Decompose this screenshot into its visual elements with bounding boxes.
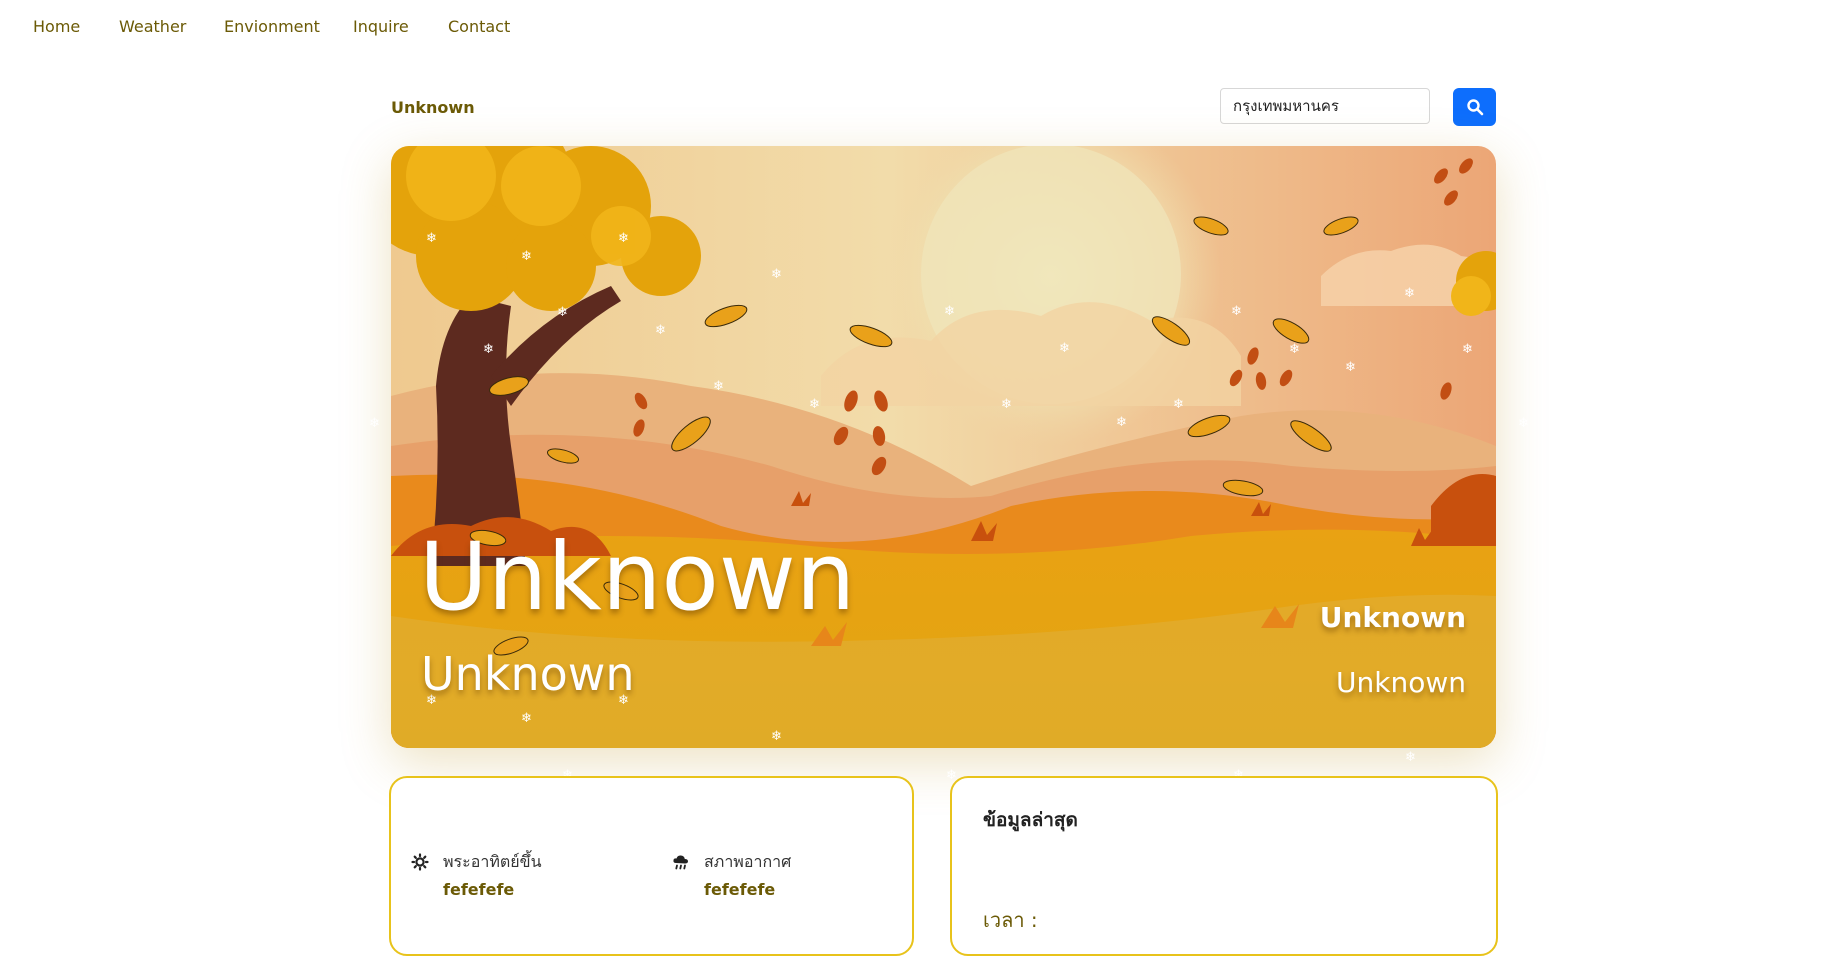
weather-hero-card: ❄ ❄ ❄ ❄ ❄ ❄ ❄ ❄ ❄ ❄ ❄ ❄ ❄ ❄ ❄ ❄ ❄ ❄ ❄ ❄ … bbox=[391, 146, 1496, 748]
hero-description: Unknown bbox=[1336, 666, 1466, 699]
cloud-rain-icon bbox=[673, 855, 688, 870]
search-icon bbox=[1466, 99, 1483, 116]
hero-subtitle: Unknown bbox=[421, 647, 635, 701]
time-label: เวลา : bbox=[983, 908, 1038, 932]
search-input[interactable] bbox=[1220, 88, 1430, 124]
sun-icon bbox=[411, 853, 429, 871]
nav-environment-link[interactable]: Envionment bbox=[224, 17, 320, 36]
nav-inquire-link[interactable]: Inquire bbox=[353, 17, 409, 36]
search-button[interactable] bbox=[1453, 88, 1496, 126]
latest-info-card: ข้อมูลล่าสุด เวลา : bbox=[950, 776, 1498, 956]
nav-home-link[interactable]: Home bbox=[33, 17, 80, 36]
sunrise-value: fefefefe bbox=[443, 880, 515, 899]
nav-weather-link[interactable]: Weather bbox=[119, 17, 186, 36]
weather-details-card: พระอาทิตย์ขึ้น fefefefe สภาพอากาศ fefefe… bbox=[389, 776, 914, 956]
snowflake-icon: ❄ bbox=[1518, 416, 1529, 431]
condition-label: สภาพอากาศ bbox=[704, 852, 792, 871]
hero-temperature: Unknown bbox=[1319, 601, 1466, 634]
snowflake-icon: ❄ bbox=[1405, 750, 1416, 765]
latest-info-title: ข้อมูลล่าสุด bbox=[983, 809, 1078, 831]
location-label: Unknown bbox=[391, 98, 475, 117]
nav-contact-link[interactable]: Contact bbox=[448, 17, 510, 36]
top-nav: Home Weather Envionment Inquire Contact bbox=[0, 0, 1845, 56]
condition-value: fefefefe bbox=[704, 880, 776, 899]
sunrise-label: พระอาทิตย์ขึ้น bbox=[443, 852, 542, 871]
hero-location-name: Unknown bbox=[419, 523, 856, 632]
snowflake-icon: ❄ bbox=[369, 416, 380, 431]
